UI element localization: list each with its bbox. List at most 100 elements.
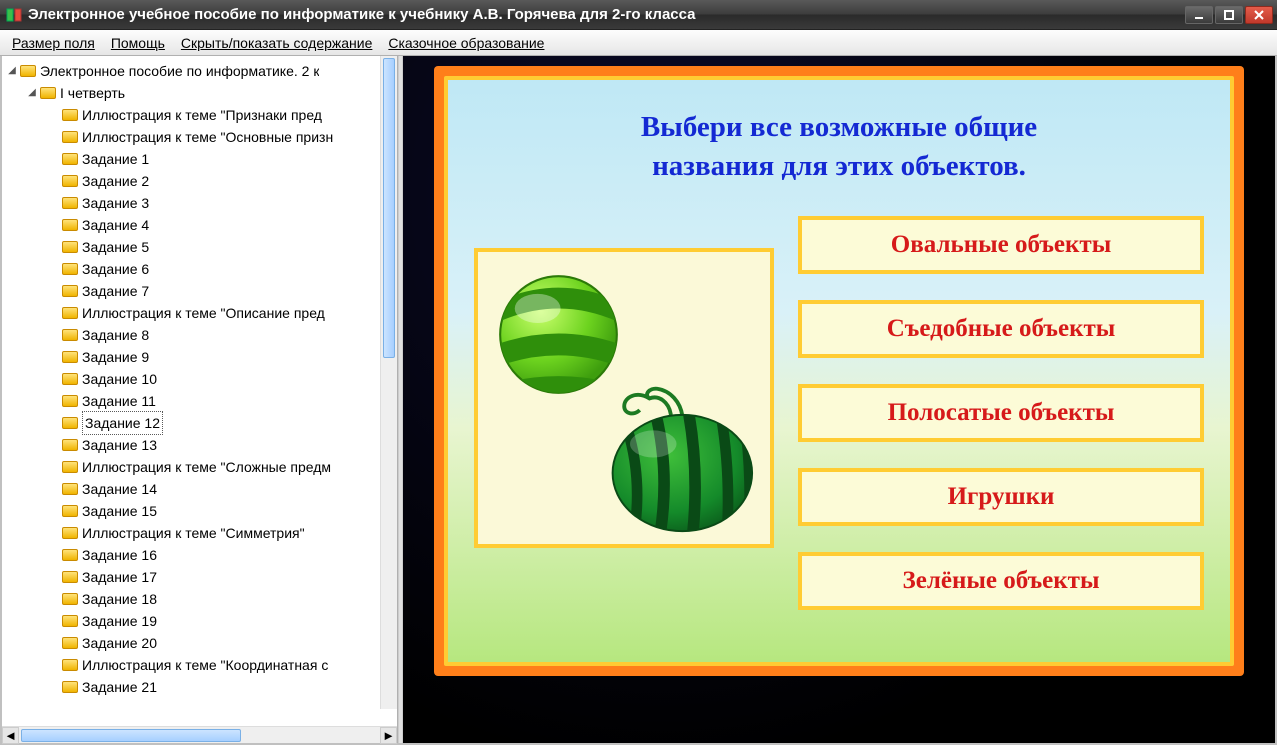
menubar: Размер поля Помощь Скрыть/показать содер…	[0, 30, 1277, 56]
page-icon	[62, 439, 78, 451]
tree-item[interactable]: Задание 13	[2, 434, 397, 456]
tree-item[interactable]: Задание 1	[2, 148, 397, 170]
tree-item[interactable]: Задание 15	[2, 500, 397, 522]
page-icon	[62, 593, 78, 605]
tree-item[interactable]: Иллюстрация к теме "Сложные предм	[2, 456, 397, 478]
page-icon	[62, 285, 78, 297]
scroll-right-button[interactable]: ►	[380, 727, 397, 744]
tree-item[interactable]: Задание 20	[2, 632, 397, 654]
toc-tree[interactable]: ◢ Электронное пособие по информатике. 2 …	[2, 56, 397, 726]
picture-frame	[474, 248, 774, 548]
watermelon-image	[595, 381, 760, 536]
app-icon	[6, 7, 22, 23]
tree-label: Задание 3	[82, 192, 149, 214]
collapse-icon[interactable]: ◢	[26, 82, 38, 104]
page-icon	[62, 263, 78, 275]
vertical-scrollbar[interactable]	[380, 56, 397, 709]
tree-label: Иллюстрация к теме "Симметрия"	[82, 522, 305, 544]
page-icon	[62, 109, 78, 121]
tree-item[interactable]: Задание 6	[2, 258, 397, 280]
ball-image	[496, 272, 621, 397]
page-icon	[62, 351, 78, 363]
tree-item[interactable]: Иллюстрация к теме "Признаки пред	[2, 104, 397, 126]
tree-label: Задание 14	[82, 478, 157, 500]
tree-item[interactable]: Задание 18	[2, 588, 397, 610]
scrollbar-thumb[interactable]	[21, 729, 241, 742]
answer-option[interactable]: Овальные объекты	[798, 216, 1204, 274]
tree-item[interactable]: Задание 11	[2, 390, 397, 412]
tree-label: Задание 9	[82, 346, 149, 368]
answer-option[interactable]: Полосатые объекты	[798, 384, 1204, 442]
page-icon	[62, 197, 78, 209]
tree-label: Задание 6	[82, 258, 149, 280]
tree-item[interactable]: Иллюстрация к теме "Координатная с	[2, 654, 397, 676]
page-icon	[62, 329, 78, 341]
tree-root[interactable]: ◢ Электронное пособие по информатике. 2 …	[2, 60, 397, 82]
tree-item[interactable]: Задание 14	[2, 478, 397, 500]
answer-option[interactable]: Съедобные объекты	[798, 300, 1204, 358]
tree-item[interactable]: Задание 4	[2, 214, 397, 236]
tree-label: Задание 16	[82, 544, 157, 566]
tree-item[interactable]: Задание 21	[2, 676, 397, 698]
tree-item[interactable]: Задание 8	[2, 324, 397, 346]
tree-label: Задание 18	[82, 588, 157, 610]
tree-label: Задание 13	[82, 434, 157, 456]
collapse-icon[interactable]: ◢	[6, 60, 18, 82]
maximize-button[interactable]	[1215, 6, 1243, 24]
tree-item[interactable]: Задание 17	[2, 566, 397, 588]
tree-label: Иллюстрация к теме "Описание пред	[82, 302, 325, 324]
tree-item[interactable]: Задание 12	[2, 412, 397, 434]
tree-label: Иллюстрация к теме "Координатная с	[82, 654, 328, 676]
close-button[interactable]	[1245, 6, 1273, 24]
page-icon	[62, 175, 78, 187]
menu-field-size[interactable]: Размер поля	[4, 33, 103, 53]
scrollbar-thumb[interactable]	[383, 58, 395, 358]
tree-label: Задание 17	[82, 566, 157, 588]
tree-item[interactable]: Задание 7	[2, 280, 397, 302]
page-icon	[62, 395, 78, 407]
tree-item[interactable]: Задание 2	[2, 170, 397, 192]
page-icon	[62, 505, 78, 517]
tree-label: Задание 11	[82, 390, 156, 412]
tree-item[interactable]: Задание 9	[2, 346, 397, 368]
activity-card: Выбери все возможные общие названия для …	[434, 66, 1244, 676]
tree-label: Задание 5	[82, 236, 149, 258]
tree-label: Задание 15	[82, 500, 157, 522]
tree-item[interactable]: Иллюстрация к теме "Симметрия"	[2, 522, 397, 544]
menu-toggle-toc[interactable]: Скрыть/показать содержание	[173, 33, 380, 53]
window-title: Электронное учебное пособие по информати…	[28, 6, 1185, 23]
tree-item[interactable]: Задание 5	[2, 236, 397, 258]
menu-fairy-education[interactable]: Сказочное образование	[380, 33, 552, 53]
tree-label: I четверть	[60, 82, 125, 104]
tree-label: Задание 10	[82, 368, 157, 390]
activity-prompt: Выбери все возможные общие названия для …	[474, 108, 1204, 186]
page-icon	[62, 153, 78, 165]
page-icon	[62, 681, 78, 693]
answer-option[interactable]: Зелёные объекты	[798, 552, 1204, 610]
tree-item[interactable]: Иллюстрация к теме "Описание пред	[2, 302, 397, 324]
tree-label: Задание 19	[82, 610, 157, 632]
tree-item[interactable]: Задание 16	[2, 544, 397, 566]
page-icon	[62, 307, 78, 319]
tree-item[interactable]: Иллюстрация к теме "Основные призн	[2, 126, 397, 148]
answers-list: Овальные объекты Съедобные объекты Полосат…	[798, 216, 1204, 610]
tree-label: Задание 1	[82, 148, 149, 170]
tree-quarter[interactable]: ◢ I четверть	[2, 82, 397, 104]
tree-item[interactable]: Задание 3	[2, 192, 397, 214]
tree-label: Задание 8	[82, 324, 149, 346]
tree-item[interactable]: Задание 19	[2, 610, 397, 632]
tree-item[interactable]: Задание 10	[2, 368, 397, 390]
scroll-left-button[interactable]: ◄	[2, 727, 19, 744]
tree-label: Задание 21	[82, 676, 157, 698]
content-area: Выбери все возможные общие названия для …	[403, 56, 1275, 743]
page-icon	[62, 637, 78, 649]
answer-option[interactable]: Игрушки	[798, 468, 1204, 526]
page-icon	[62, 417, 78, 429]
tree-label: Задание 7	[82, 280, 149, 302]
minimize-button[interactable]	[1185, 6, 1213, 24]
tree-label: Иллюстрация к теме "Сложные предм	[82, 456, 331, 478]
horizontal-scrollbar[interactable]: ◄ ►	[2, 726, 397, 743]
page-icon	[62, 131, 78, 143]
menu-help[interactable]: Помощь	[103, 33, 173, 53]
tree-label: Иллюстрация к теме "Признаки пред	[82, 104, 322, 126]
